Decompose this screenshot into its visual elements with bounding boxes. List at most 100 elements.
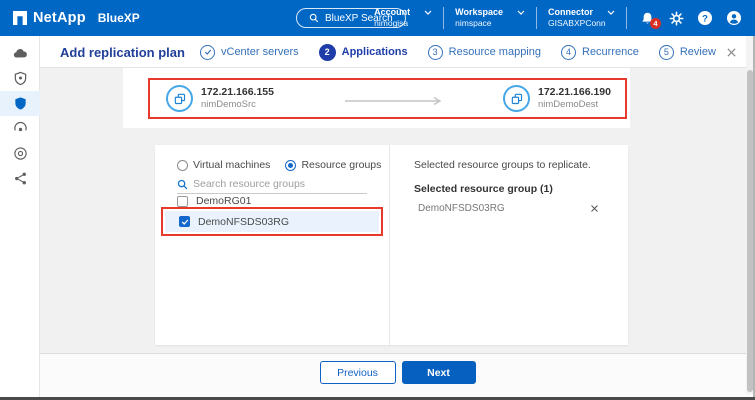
step-resource-mapping[interactable]: 3 Resource mapping [428, 45, 541, 60]
source-ip: 172.21.166.155 [201, 86, 274, 100]
source-name: nimDemoSrc [201, 99, 274, 111]
step-label: Resource mapping [449, 46, 541, 58]
wizard-header: Add replication plan vCenter servers 2 A… [40, 36, 755, 68]
destination-vcenter: 172.21.166.190 nimDemoDest [503, 85, 611, 112]
remove-selected-button[interactable] [587, 201, 601, 215]
left-nav-sidebar [0, 36, 40, 400]
divider [626, 7, 627, 29]
help-button[interactable]: ? [696, 9, 714, 27]
step-label: Recurrence [582, 46, 639, 58]
summary-heading: Selected resource groups to replicate. [414, 159, 591, 171]
sidebar-item-storage[interactable] [0, 41, 40, 66]
selected-group-name: DemoNFSDS03RG [418, 203, 505, 214]
netapp-logo-icon [13, 11, 27, 25]
close-wizard-button[interactable] [723, 44, 739, 60]
wizard-stepper: vCenter servers 2 Applications 3 Resourc… [200, 36, 716, 68]
radio-resource-groups[interactable]: Resource groups [285, 159, 381, 171]
user-menu-button[interactable] [725, 9, 743, 27]
account-label: Account [374, 7, 410, 18]
selected-group-item: DemoNFSDS03RG [418, 201, 601, 215]
resource-group-search [177, 178, 367, 194]
workspace-menu[interactable]: Workspace nimspace [455, 7, 525, 29]
step-number: 5 [659, 45, 674, 60]
divider [536, 7, 537, 29]
topbar-right-group: Account nimogisa Workspace nimspace Conn… [374, 0, 743, 36]
summary-subheading: Selected resource group (1) [414, 183, 553, 195]
checkbox-checked[interactable] [179, 216, 190, 227]
applications-card: Virtual machines Resource groups DemoRG0… [155, 145, 628, 345]
checkbox-unchecked[interactable] [177, 196, 188, 207]
source-type-radios: Virtual machines Resource groups [177, 159, 381, 171]
gear-icon [669, 11, 684, 26]
radar-icon [13, 121, 28, 136]
search-input[interactable] [193, 178, 358, 190]
divider [443, 7, 444, 29]
radio-icon [285, 160, 296, 171]
settings-button[interactable] [667, 9, 685, 27]
main-content: 172.21.166.155 nimDemoSrc 172.21.166.190… [40, 68, 755, 400]
connector-label: Connector [548, 7, 593, 18]
arrow-right-icon [345, 96, 445, 106]
brand-name: NetApp [33, 10, 86, 26]
step-recurrence[interactable]: 4 Recurrence [561, 45, 639, 60]
previous-button[interactable]: Previous [320, 361, 396, 384]
server-pair-annotation-box: 172.21.166.155 nimDemoSrc 172.21.166.190… [148, 78, 627, 119]
server-pair-strip: 172.21.166.155 nimDemoSrc 172.21.166.190… [123, 68, 630, 128]
chevron-down-icon [424, 10, 432, 15]
resource-group-row[interactable]: DemoRG01 [177, 195, 251, 207]
search-icon [309, 13, 319, 23]
wizard-footer: Previous Next [40, 353, 755, 397]
help-icon: ? [697, 10, 713, 26]
destination-ip: 172.21.166.190 [538, 86, 611, 100]
sidebar-item-mobility[interactable] [0, 166, 40, 191]
chevron-down-icon [517, 10, 525, 15]
step-label: Review [680, 46, 716, 58]
search-icon [177, 179, 188, 190]
sidebar-item-health[interactable] [0, 66, 40, 91]
top-app-bar: NetApp BlueXP BlueXP Search Account nimo… [0, 0, 755, 36]
radio-virtual-machines[interactable]: Virtual machines [177, 159, 270, 171]
share-nodes-icon [13, 171, 28, 186]
source-vcenter: 172.21.166.155 nimDemoSrc [166, 85, 274, 112]
close-icon [590, 204, 599, 213]
replication-direction [345, 80, 445, 121]
shield-check-icon [13, 71, 28, 86]
radio-icon [177, 160, 188, 171]
target-icon [13, 146, 28, 161]
resource-group-row-selected[interactable]: DemoNFSDS03RG [165, 211, 379, 232]
step-number: 3 [428, 45, 443, 60]
connector-menu[interactable]: Connector GISABXPConn [548, 7, 615, 29]
resource-group-name: DemoNFSDS03RG [198, 216, 289, 228]
next-button[interactable]: Next [402, 361, 476, 384]
chevron-down-icon [607, 10, 615, 15]
notification-badge: 4 [650, 18, 661, 29]
step-number: 2 [319, 44, 336, 61]
step-review[interactable]: 5 Review [659, 45, 716, 60]
step-label: Applications [342, 46, 408, 58]
brand-group: NetApp BlueXP [13, 0, 140, 36]
step-number: 4 [561, 45, 576, 60]
radio-label: Virtual machines [193, 159, 270, 171]
connector-value: GISABXPConn [548, 18, 615, 29]
check-icon [204, 48, 212, 56]
sidebar-item-governance[interactable] [0, 141, 40, 166]
sidebar-item-observability[interactable] [0, 116, 40, 141]
notifications-button[interactable]: 4 [638, 9, 656, 27]
step-applications[interactable]: 2 Applications [319, 44, 408, 61]
account-menu[interactable]: Account nimogisa [374, 7, 432, 29]
close-icon [726, 47, 737, 58]
step-label: vCenter servers [221, 46, 299, 58]
sidebar-item-protection[interactable] [0, 91, 40, 116]
user-icon [726, 10, 742, 26]
radio-label: Resource groups [301, 159, 381, 171]
step-vcenter-servers[interactable]: vCenter servers [200, 45, 299, 60]
selected-row-annotation-box: DemoNFSDS03RG [161, 207, 383, 236]
svg-text:?: ? [702, 13, 708, 24]
workspace-label: Workspace [455, 7, 503, 18]
destination-name: nimDemoDest [538, 99, 611, 111]
vcenter-server-icon [166, 85, 193, 112]
bluexp-window: NetApp BlueXP BlueXP Search Account nimo… [0, 0, 755, 400]
shield-icon [13, 96, 28, 111]
check-icon [181, 218, 189, 226]
workspace-value: nimspace [455, 18, 525, 29]
